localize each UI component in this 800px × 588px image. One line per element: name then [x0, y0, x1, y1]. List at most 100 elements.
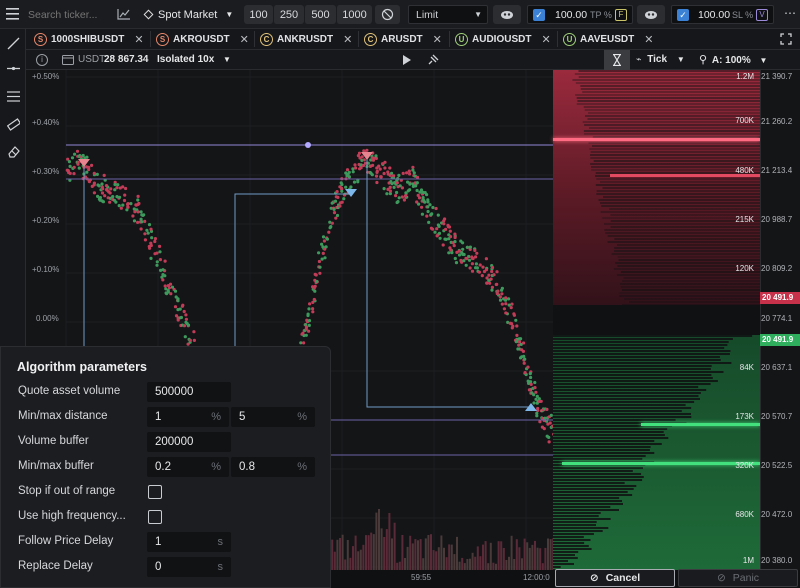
volume-bar [440, 535, 443, 570]
tick-dot [532, 393, 536, 397]
balance-value: 28 867.34 [104, 54, 149, 65]
tab-akrousdt[interactable]: S AKROUSDT ✕ [156, 29, 249, 49]
order-book[interactable]: 1.2M 700K 480K 215K 120K 84K 173K 320K 6… [553, 70, 760, 570]
tab-aaveusdt[interactable]: U AAVEUSDT ✕ [563, 29, 653, 49]
balance-label: USDT [78, 54, 106, 65]
tick-dot [435, 227, 439, 231]
ask-depth-bar [624, 298, 760, 300]
ask-depth-bar [575, 82, 760, 84]
tick-dot [509, 306, 513, 310]
market-select[interactable]: Spot Market ▼ [139, 5, 237, 24]
close-icon[interactable]: ✕ [240, 33, 249, 46]
quote-asset-volume-input[interactable]: 500000 [147, 382, 231, 402]
ask-depth-bar [576, 97, 760, 99]
y-axis-label: +0.10% [32, 265, 60, 274]
ask-depth-bar [607, 241, 760, 243]
tick-dot [402, 198, 406, 202]
trendline-icon[interactable] [7, 37, 20, 53]
tick-dot [311, 307, 315, 311]
bid-depth-bar [553, 404, 686, 406]
volume-bar [396, 562, 399, 570]
hourglass-button[interactable] [604, 50, 630, 70]
min-buffer-input[interactable]: 0.2% [147, 457, 229, 477]
order-type-select[interactable]: Limit ▼ [408, 5, 488, 24]
bid-depth-bar [553, 356, 720, 358]
bid-volume-label: 1M [742, 556, 754, 565]
stop-out-of-range-checkbox[interactable] [148, 485, 162, 499]
levels-icon[interactable] [7, 91, 20, 105]
close-icon[interactable]: ✕ [343, 33, 352, 46]
tick-dot [340, 200, 344, 204]
replace-delay-label: Replace Delay [18, 560, 93, 572]
ask-depth-bar [584, 133, 760, 135]
bid-depth-bar [553, 341, 729, 343]
tick-dot [397, 173, 401, 177]
bid-volume-label: 320K [735, 461, 754, 470]
tick-dot [149, 256, 153, 260]
tick-dot [163, 274, 167, 278]
cancel-button[interactable]: ⊘ Cancel [555, 569, 675, 587]
pin-icon[interactable] [426, 53, 440, 70]
tab-audiousdt[interactable]: U AUDIOUSDT ✕ [455, 29, 551, 49]
menu-icon[interactable] [6, 8, 20, 20]
close-icon[interactable]: ✕ [134, 33, 143, 46]
sl-toggle-button[interactable] [637, 5, 665, 24]
volume-buffer-input[interactable]: 200000 [147, 432, 231, 452]
margin-mode-select[interactable]: Isolated 10x ▼ [157, 54, 231, 65]
more-icon[interactable]: ⋯ [784, 6, 796, 20]
follow-price-delay-input[interactable]: 1s [147, 532, 231, 552]
close-icon[interactable]: ✕ [433, 33, 442, 46]
tick-dot [396, 200, 400, 204]
tick-dot [321, 235, 326, 239]
reset-button[interactable] [375, 5, 400, 24]
ruler-icon[interactable] [6, 118, 22, 134]
tick-dot [100, 191, 105, 195]
tick-dot [330, 201, 334, 205]
chart-icon[interactable] [117, 8, 131, 23]
ask-depth-bar [576, 103, 760, 105]
search-input[interactable] [28, 5, 112, 24]
volume-bar [372, 534, 375, 570]
order-line-handle[interactable] [305, 142, 311, 148]
sl-field[interactable]: ✓ 100.00 SL % V [671, 5, 774, 24]
tp-label: TP % [590, 10, 612, 20]
amount-1000-button[interactable]: 1000 [336, 5, 372, 24]
volume-bar [544, 547, 547, 570]
tick-dot [117, 204, 121, 208]
caret-down-icon: ▼ [223, 55, 231, 64]
tab-arusdt[interactable]: C ARUSDT ✕ [364, 29, 442, 49]
sl-checkbox[interactable]: ✓ [677, 9, 689, 21]
use-high-frequency-checkbox[interactable] [148, 510, 162, 524]
follow-price-delay-value: 1 [155, 536, 162, 548]
tp-checkbox[interactable]: ✓ [533, 9, 545, 21]
percent-unit: % [211, 461, 221, 473]
caret-down-icon: ▼ [225, 10, 234, 19]
fullscreen-icon[interactable] [780, 33, 792, 48]
bid-depth-bar [553, 536, 584, 538]
interval-select[interactable]: ⌁ Tick ▼ [636, 54, 685, 65]
tab-ankrusdt[interactable]: C ANKRUSDT ✕ [260, 29, 352, 49]
bid-depth-bar [553, 431, 664, 433]
eraser-icon[interactable] [7, 145, 20, 161]
autoscale-select[interactable]: ⚲ A: 100% ▼ [699, 53, 767, 66]
info-icon[interactable]: i [36, 54, 48, 66]
tab-1000shibusdt[interactable]: S 1000SHIBUSDT ✕ [34, 29, 144, 49]
max-distance-input[interactable]: 5% [231, 407, 315, 427]
close-icon[interactable]: ✕ [541, 33, 550, 46]
bid-depth-bar [553, 533, 594, 535]
tick-dot [411, 165, 415, 169]
panic-button[interactable]: ⊘ Panic [678, 569, 798, 587]
play-icon[interactable] [403, 55, 411, 68]
tp-field[interactable]: ✓ 100.00 TP % F [527, 5, 633, 24]
amount-250-button[interactable]: 250 [273, 5, 304, 24]
usdt-badge-icon: U [455, 32, 468, 46]
min-distance-input[interactable]: 1% [147, 407, 229, 427]
amount-100-button[interactable]: 100 [244, 5, 273, 24]
close-icon[interactable]: ✕ [644, 33, 653, 46]
tick-dot [339, 186, 344, 190]
amount-500-button[interactable]: 500 [304, 5, 336, 24]
max-buffer-input[interactable]: 0.8% [231, 457, 315, 477]
tp-toggle-button[interactable] [493, 5, 521, 24]
horizontal-line-icon[interactable] [7, 64, 20, 76]
replace-delay-input[interactable]: 0s [147, 557, 231, 577]
